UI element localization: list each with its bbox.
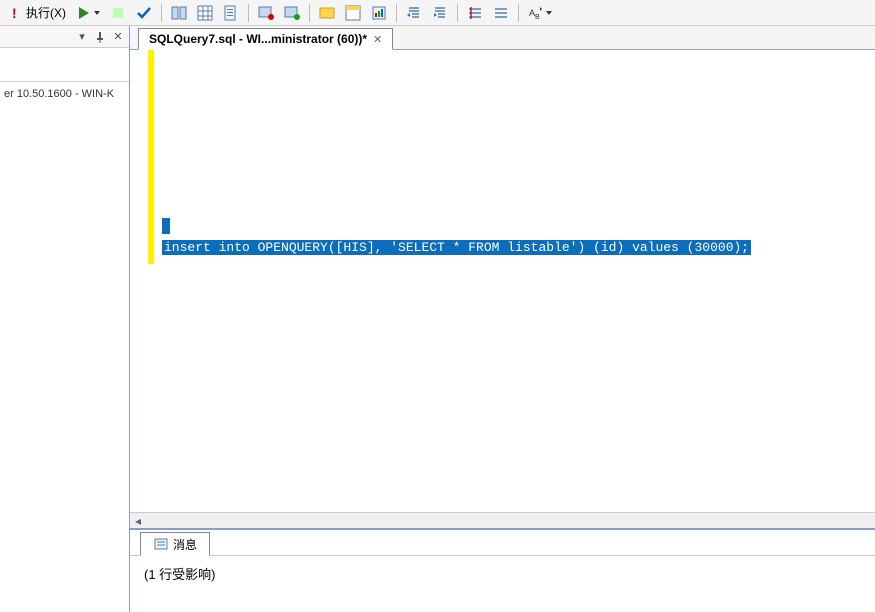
svg-text:!: ! bbox=[12, 5, 17, 21]
messages-pane: 消息 (1 行受影响) bbox=[130, 528, 875, 612]
results-file-button[interactable] bbox=[219, 2, 243, 24]
check-icon bbox=[136, 5, 152, 21]
message-icon bbox=[153, 536, 169, 552]
client-stats-button[interactable] bbox=[367, 2, 391, 24]
separator bbox=[248, 4, 249, 22]
selection-caret bbox=[162, 218, 170, 234]
selected-text: insert into OPENQUERY([HIS], 'SELECT * F… bbox=[162, 218, 751, 255]
results-text-button[interactable] bbox=[167, 2, 191, 24]
increase-indent-button[interactable] bbox=[428, 2, 452, 24]
dropdown-arrow-icon bbox=[546, 11, 552, 15]
execute-button[interactable]: ! 执行(X) bbox=[4, 2, 70, 24]
sqlcmd-button[interactable] bbox=[315, 2, 339, 24]
separator bbox=[161, 4, 162, 22]
editor-gutter bbox=[130, 50, 156, 512]
close-panel-button[interactable]: ✕ bbox=[111, 30, 125, 44]
separator bbox=[457, 4, 458, 22]
svg-text:B: B bbox=[535, 14, 540, 21]
tab-title: SQLQuery7.sql - WI...ministrator (60))* bbox=[149, 32, 367, 46]
uncomment-icon bbox=[284, 5, 300, 21]
debug-button[interactable] bbox=[72, 2, 104, 24]
main-area: ▾ ✕ er 10.50.1600 - WIN-K SQLQuery7.sql … bbox=[0, 26, 875, 612]
intellisense-icon: AB bbox=[528, 5, 544, 21]
sql-editor[interactable]: insert into OPENQUERY([HIS], 'SELECT * F… bbox=[156, 50, 875, 512]
scroll-left-button[interactable]: ◂ bbox=[130, 514, 146, 528]
server-node[interactable]: er 10.50.1600 - WIN-K bbox=[0, 82, 129, 612]
play-icon bbox=[76, 5, 92, 21]
parse-button[interactable] bbox=[132, 2, 156, 24]
execute-label: 执行(X) bbox=[26, 4, 66, 21]
indent-icon bbox=[432, 5, 448, 21]
outdent-icon bbox=[406, 5, 422, 21]
results-text-icon bbox=[171, 5, 187, 21]
show-plan-button[interactable] bbox=[341, 2, 365, 24]
results-file-icon bbox=[223, 5, 239, 21]
separator bbox=[309, 4, 310, 22]
uncomment-button[interactable] bbox=[280, 2, 304, 24]
document-tab[interactable]: SQLQuery7.sql - WI...ministrator (60))* … bbox=[138, 28, 393, 50]
plan-grid-icon bbox=[345, 5, 361, 21]
comment-icon bbox=[258, 5, 274, 21]
stop-button[interactable] bbox=[106, 2, 130, 24]
separator bbox=[518, 4, 519, 22]
exclamation-icon: ! bbox=[8, 5, 24, 21]
sql-line: insert into OPENQUERY([HIS], 'SELECT * F… bbox=[162, 240, 751, 255]
panel-menu-button[interactable]: ▾ bbox=[75, 30, 89, 44]
uncomment-lines-button[interactable] bbox=[489, 2, 513, 24]
results-grid-button[interactable] bbox=[193, 2, 217, 24]
panel-header: ▾ ✕ bbox=[0, 26, 129, 48]
uncomment-lines-icon bbox=[493, 5, 509, 21]
editor-container: SQLQuery7.sql - WI...ministrator (60))* … bbox=[130, 26, 875, 612]
messages-body[interactable]: (1 行受影响) bbox=[130, 556, 875, 612]
decrease-indent-button[interactable] bbox=[402, 2, 426, 24]
separator bbox=[396, 4, 397, 22]
intellisense-button[interactable]: AB bbox=[524, 2, 556, 24]
editor-wrap: insert into OPENQUERY([HIS], 'SELECT * F… bbox=[130, 50, 875, 512]
messages-tabstrip: 消息 bbox=[130, 530, 875, 556]
horizontal-scrollbar[interactable]: ◂ bbox=[130, 512, 875, 528]
object-explorer-panel: ▾ ✕ er 10.50.1600 - WIN-K bbox=[0, 26, 130, 612]
stats-icon bbox=[371, 5, 387, 21]
stop-icon bbox=[110, 5, 126, 21]
messages-tab[interactable]: 消息 bbox=[140, 532, 210, 556]
pin-button[interactable] bbox=[93, 30, 107, 44]
messages-tab-label: 消息 bbox=[173, 536, 197, 553]
document-tabstrip: SQLQuery7.sql - WI...ministrator (60))* … bbox=[130, 26, 875, 50]
panel-toolbar-area bbox=[0, 48, 129, 82]
dropdown-arrow-icon bbox=[94, 11, 100, 15]
results-grid-icon bbox=[197, 5, 213, 21]
comment-lines-icon bbox=[467, 5, 483, 21]
main-toolbar: ! 执行(X) bbox=[0, 0, 875, 26]
comment-lines-button[interactable] bbox=[463, 2, 487, 24]
comment-button[interactable] bbox=[254, 2, 278, 24]
tab-close-button[interactable]: ✕ bbox=[373, 33, 382, 46]
sqlcmd-icon bbox=[319, 5, 335, 21]
change-indicator bbox=[148, 50, 154, 264]
